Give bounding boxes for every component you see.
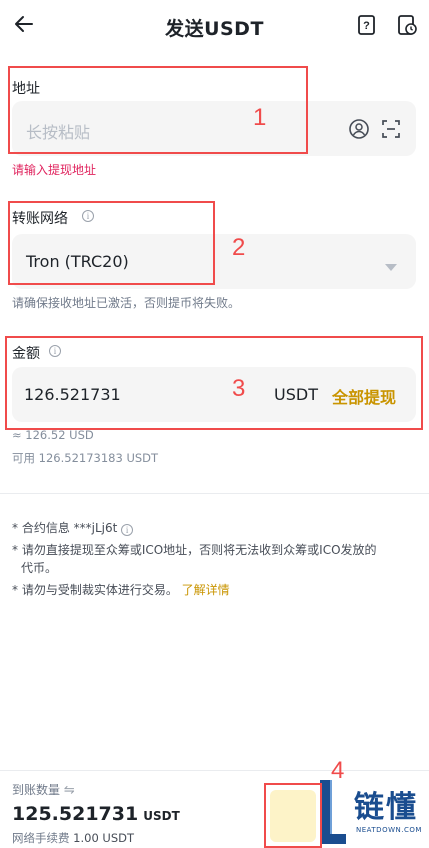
history-record-icon[interactable] xyxy=(396,14,418,36)
annotation-number-1: 1 xyxy=(253,104,267,131)
receive-amount-label: 到账数量 xyxy=(12,783,61,797)
contact-book-icon[interactable] xyxy=(348,118,370,140)
help-document-icon[interactable]: ? xyxy=(356,14,378,36)
warning-ico-line1: * 请勿直接提现至众筹或ICO地址，否则将无法收到众筹或ICO发放的 xyxy=(12,543,377,557)
available-label: 可用 xyxy=(12,451,35,465)
contract-info: * 合约信息 ***jLj6t xyxy=(12,521,118,535)
annotation-number-2: 2 xyxy=(232,234,246,261)
receive-amount-value: 125.521731 xyxy=(12,803,139,825)
section-divider xyxy=(0,493,429,494)
warning-ico-line2: 代币。 xyxy=(21,561,58,575)
annotation-box-2 xyxy=(8,201,215,285)
annotation-number-4: 4 xyxy=(331,757,345,784)
amount-approx-value: ≈ 126.52 USD xyxy=(12,428,94,442)
footer-divider xyxy=(0,770,429,771)
sanctions-warning: * 请勿与受制裁实体进行交易。 xyxy=(12,583,178,597)
watermark-domain: NEATDOWN.COM xyxy=(356,826,422,834)
network-fee-label: 网络手续费 xyxy=(12,831,70,845)
watermark-text: 链懂 xyxy=(354,790,418,825)
network-fee-value: 1.00 USDT xyxy=(73,831,135,845)
available-value: 126.52173183 USDT xyxy=(38,451,159,465)
address-error: 请输入提现地址 xyxy=(12,163,97,177)
scan-qr-icon[interactable] xyxy=(380,118,402,140)
svg-text:?: ? xyxy=(363,20,370,32)
annotation-number-3: 3 xyxy=(232,375,246,402)
network-hint: 请确保接收地址已激活，否则提币将失败。 xyxy=(12,296,241,310)
learn-more-link[interactable]: 了解详情 xyxy=(182,583,230,597)
receive-amount-unit: USDT xyxy=(143,809,180,823)
chevron-down-icon xyxy=(385,257,397,271)
swap-arrows-icon[interactable]: ⇋ xyxy=(64,783,75,798)
annotation-box-3 xyxy=(5,336,423,430)
contract-info-icon[interactable]: i xyxy=(121,524,134,536)
annotation-box-4 xyxy=(264,783,322,848)
watermark-logo: 链懂 NEATDOWN.COM xyxy=(316,776,429,848)
